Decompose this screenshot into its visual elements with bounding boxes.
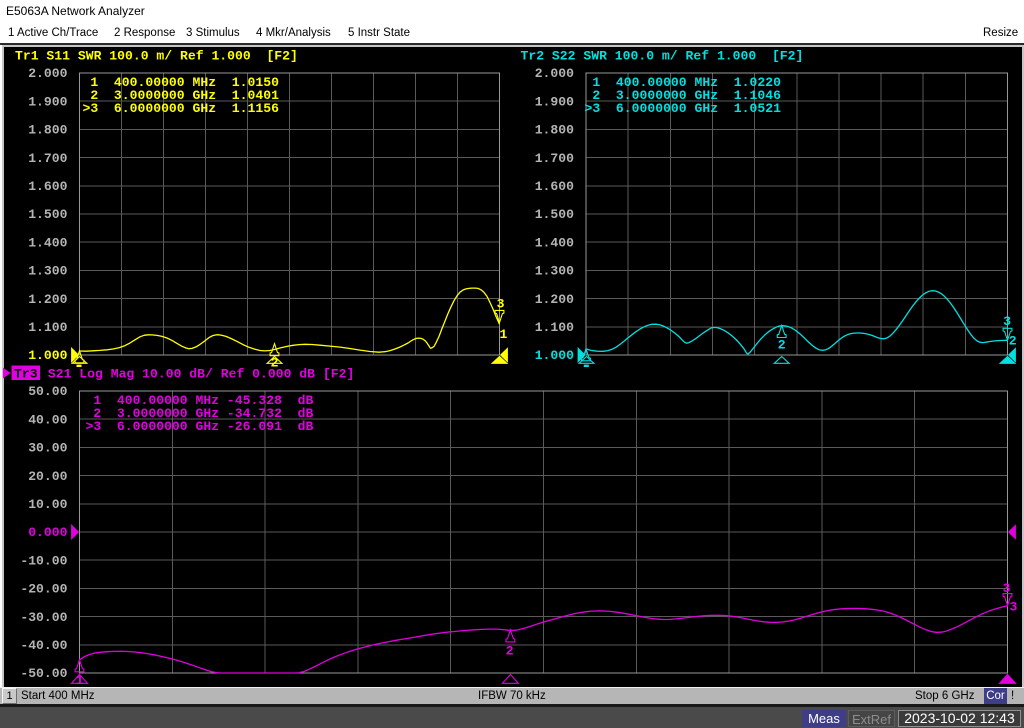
svg-text:30.00: 30.00 — [28, 441, 67, 456]
svg-text:1.600: 1.600 — [28, 179, 67, 194]
svg-text:1.400: 1.400 — [28, 235, 67, 250]
svg-text:Tr3: Tr3 — [14, 367, 38, 382]
svg-text:S21 Log Mag 10.00 dB/ Ref 0.00: S21 Log Mag 10.00 dB/ Ref 0.000 dB [F2] — [40, 367, 354, 382]
svg-text:2: 2 — [778, 337, 786, 352]
svg-text:2: 2 — [506, 644, 514, 659]
svg-text:1.200: 1.200 — [535, 292, 574, 307]
svg-text:2: 2 — [271, 356, 279, 371]
svg-text:-40.00: -40.00 — [20, 638, 67, 653]
svg-text:3: 3 — [1003, 581, 1011, 596]
svg-text:-10.00: -10.00 — [20, 553, 67, 568]
svg-text:1.300: 1.300 — [535, 264, 574, 279]
svg-text:3: 3 — [1003, 314, 1011, 329]
svg-text:1.700: 1.700 — [28, 151, 67, 166]
svg-text:-30.00: -30.00 — [20, 610, 67, 625]
svg-text:1.400: 1.400 — [535, 235, 574, 250]
svg-text:1.500: 1.500 — [28, 207, 67, 222]
svg-text:1.800: 1.800 — [28, 123, 67, 138]
svg-text:3: 3 — [1010, 600, 1018, 615]
svg-text:>3 6.0000000 GHz 1.1156: >3 6.0000000 GHz 1.1156 — [83, 101, 280, 116]
svg-text:2.000: 2.000 — [28, 66, 67, 81]
svg-text:1.900: 1.900 — [28, 94, 67, 109]
svg-text:0.000: 0.000 — [28, 525, 67, 540]
svg-text:50.00: 50.00 — [28, 384, 67, 399]
svg-text:1.700: 1.700 — [535, 151, 574, 166]
svg-text:1.300: 1.300 — [28, 264, 67, 279]
svg-text:1: 1 — [76, 673, 84, 688]
svg-text:3: 3 — [497, 297, 505, 312]
svg-text:10.00: 10.00 — [28, 497, 67, 512]
svg-text:1.900: 1.900 — [535, 94, 574, 109]
svg-text:1.100: 1.100 — [28, 320, 67, 335]
svg-text:-20.00: -20.00 — [20, 582, 67, 597]
svg-text:2.000: 2.000 — [535, 66, 574, 81]
svg-text:1.000: 1.000 — [28, 348, 67, 363]
svg-text:>3 6.0000000 GHz -26.091 dB: >3 6.0000000 GHz -26.091 dB — [86, 419, 314, 434]
svg-text:Tr1 S11 SWR 100.0 m/ Ref 1.000: Tr1 S11 SWR 100.0 m/ Ref 1.000 [F2] — [15, 49, 298, 64]
svg-text:Tr2 S22 SWR 100.0 m/ Ref 1.000: Tr2 S22 SWR 100.0 m/ Ref 1.000 [F2] — [521, 49, 804, 64]
svg-text:2: 2 — [1009, 334, 1017, 349]
svg-text:20.00: 20.00 — [28, 469, 67, 484]
svg-text:40.00: 40.00 — [28, 412, 67, 427]
svg-text:1.800: 1.800 — [535, 123, 574, 138]
svg-text:1.000: 1.000 — [535, 348, 574, 363]
svg-text:1: 1 — [500, 327, 508, 342]
svg-text:1.200: 1.200 — [28, 292, 67, 307]
svg-text:1.500: 1.500 — [535, 207, 574, 222]
svg-text:>3 6.0000000 GHz 1.0521: >3 6.0000000 GHz 1.0521 — [585, 101, 782, 116]
svg-text:1.100: 1.100 — [535, 320, 574, 335]
svg-text:1.600: 1.600 — [535, 179, 574, 194]
svg-text:-50.00: -50.00 — [20, 666, 67, 681]
